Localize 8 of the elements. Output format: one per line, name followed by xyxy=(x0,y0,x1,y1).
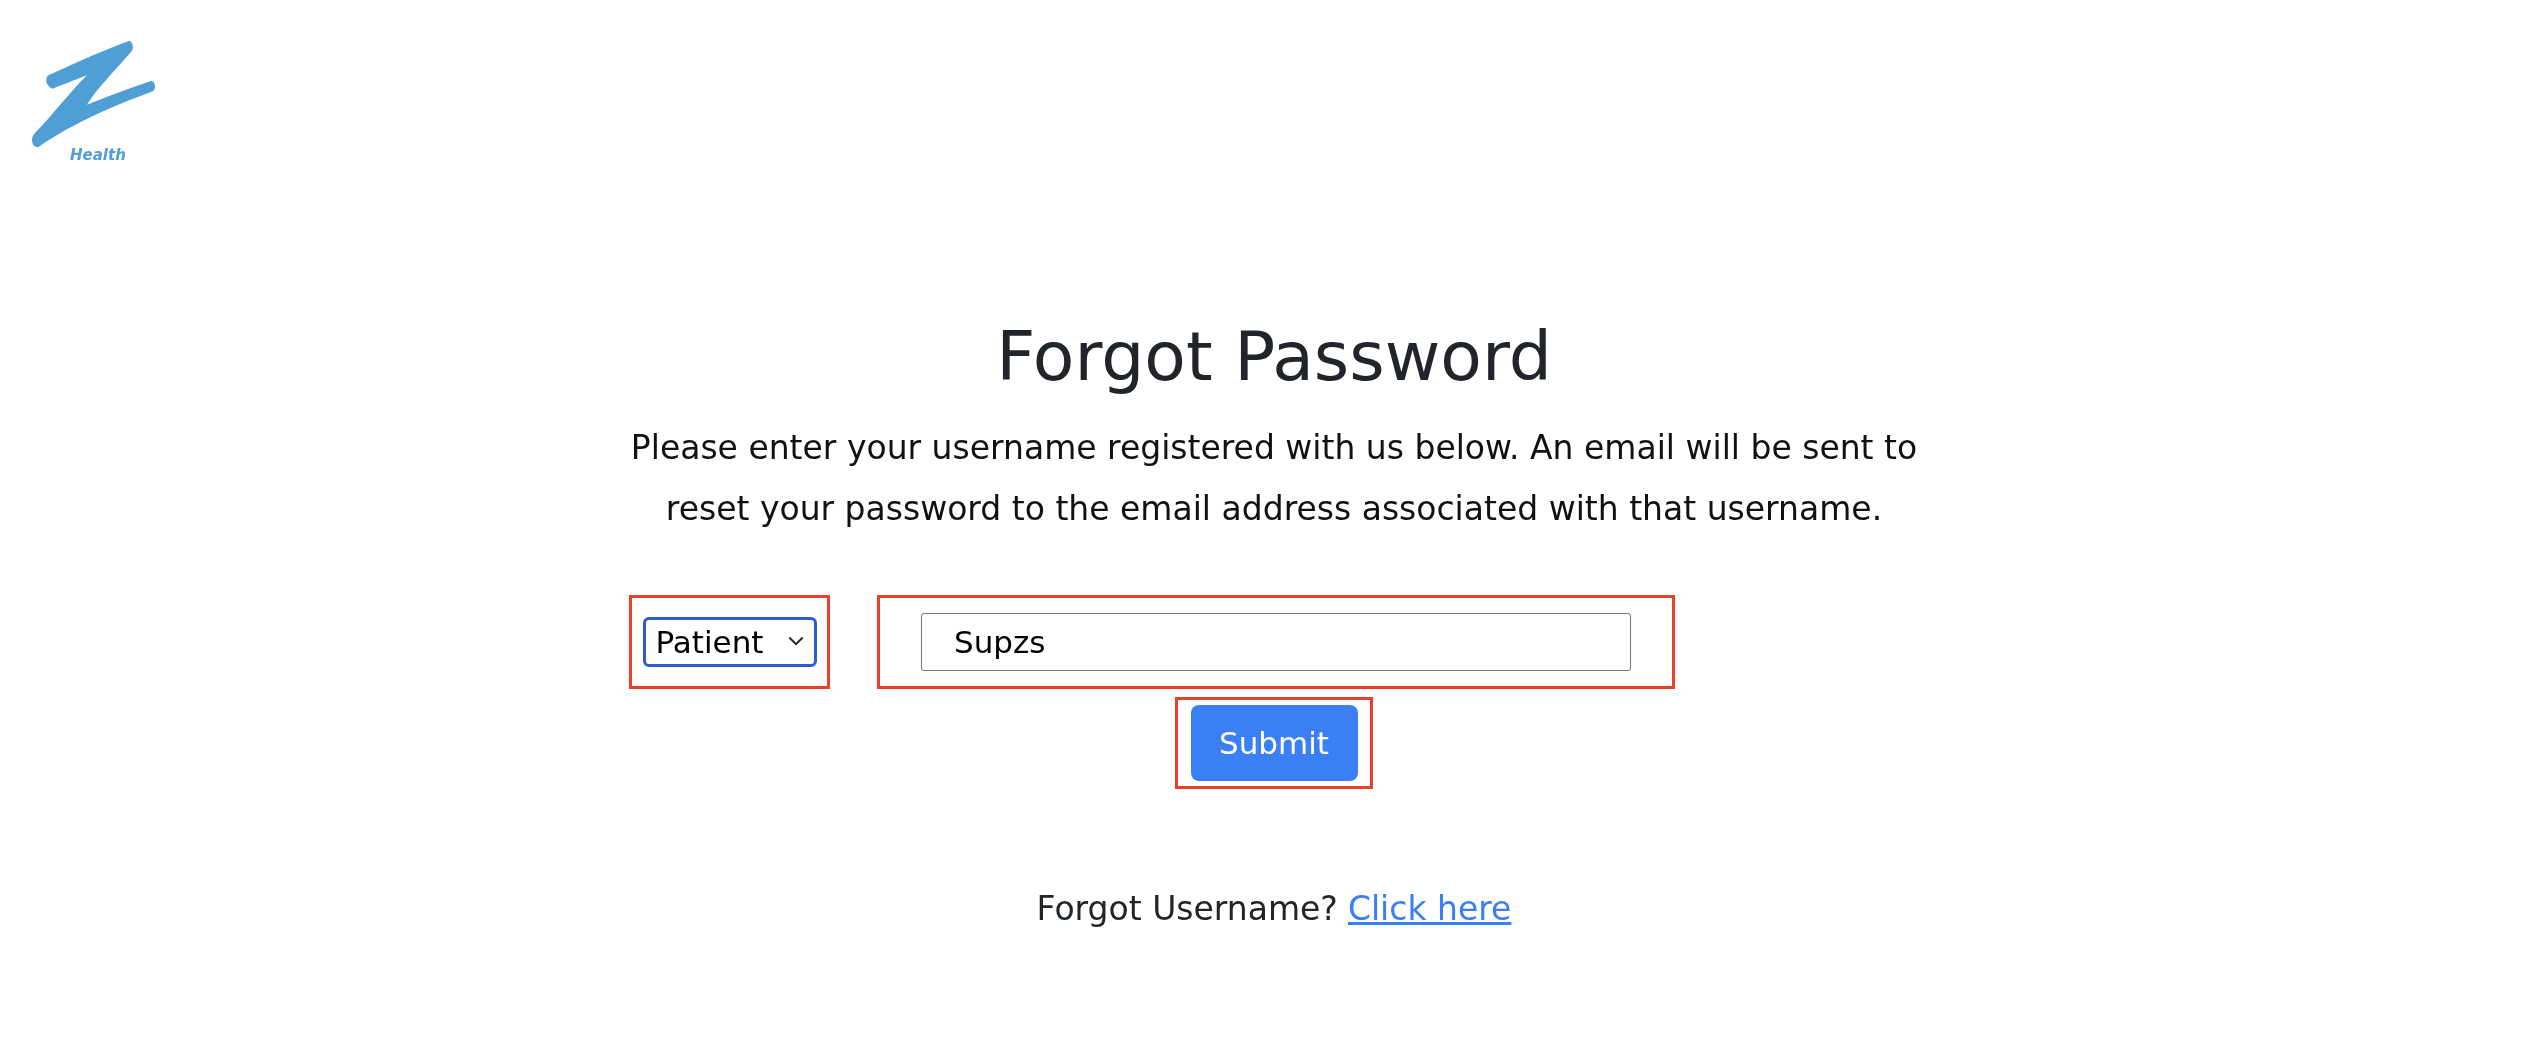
caret-icon xyxy=(787,636,804,648)
role-select[interactable]: Patient xyxy=(642,616,817,667)
username-field[interactable]: Supzs xyxy=(921,612,1631,671)
click-here-link[interactable]: Click here xyxy=(1347,888,1512,928)
instructions-text: Please enter your username registered with us below. An email will be sent to reset your password to the email address associated with that username. xyxy=(629,426,1919,530)
submit-button[interactable]: Submit xyxy=(1190,704,1358,781)
page-title: Forgot Password xyxy=(996,320,1552,395)
forgot-username-text: Forgot Username? xyxy=(1036,888,1338,928)
